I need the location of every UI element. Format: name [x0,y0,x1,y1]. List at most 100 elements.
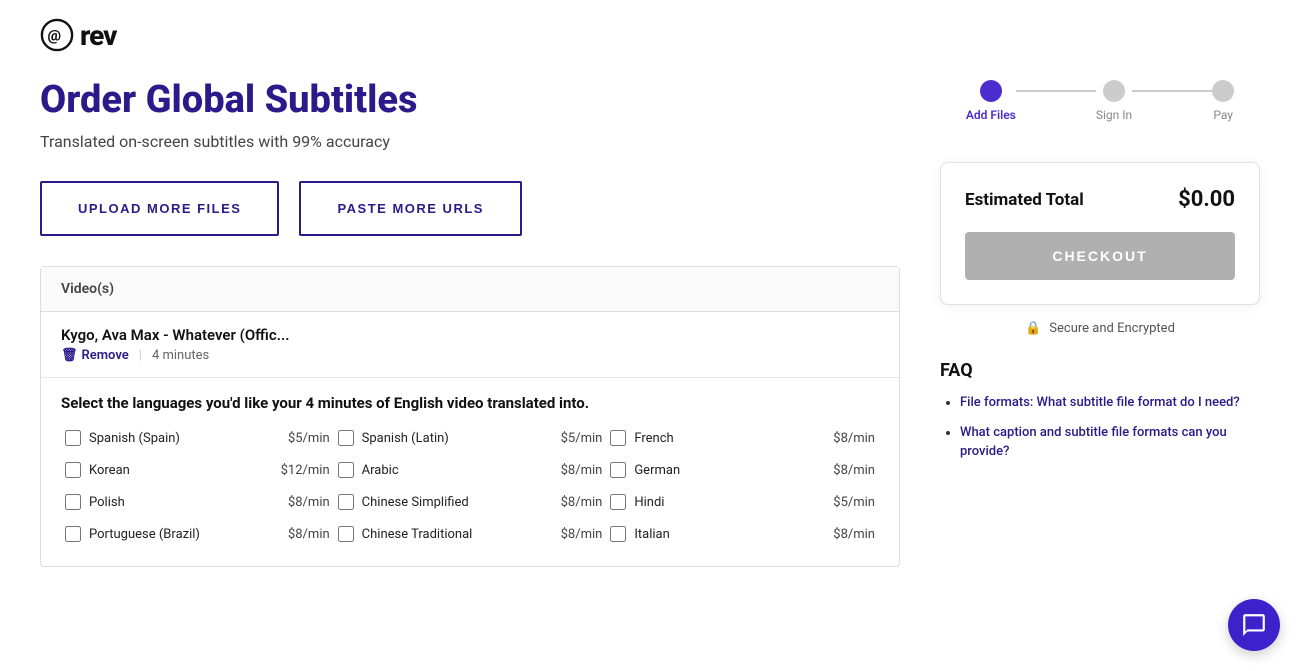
language-checkbox[interactable] [338,430,354,446]
chat-icon [1241,612,1267,638]
trash-icon: 🗑 [61,348,78,363]
step-label: Add Files [966,108,1016,122]
language-name: Polish [89,495,280,510]
progress-steps: Add Files Sign In Pay [940,70,1260,122]
language-checkbox[interactable] [338,462,354,478]
language-checkbox[interactable] [610,494,626,510]
step-pay: Pay [1212,80,1234,122]
language-name: Portuguese (Brazil) [89,527,280,542]
upload-more-button[interactable]: UPLOAD MORE FILES [40,181,279,236]
language-price: $8/min [561,495,603,510]
language-item: Arabic$8/min [334,454,607,486]
language-grid: Spanish (Spain)$5/minSpanish (Latin)$5/m… [41,422,899,566]
secure-badge: 🔒 Secure and Encrypted [940,321,1260,336]
faq-link[interactable]: File formats: What subtitle file format … [960,395,1240,410]
step-connector [1016,90,1096,92]
table-header: Video(s) [41,267,899,312]
chat-bubble-button[interactable] [1228,599,1280,651]
faq-item[interactable]: File formats: What subtitle file format … [960,393,1260,413]
video-duration: 4 minutes [152,348,209,363]
faq-item[interactable]: What caption and subtitle file formats c… [960,423,1260,462]
language-name: Chinese Simplified [362,495,553,510]
language-name: German [634,463,825,478]
language-name: Chinese Traditional [362,527,553,542]
estimated-total-amount: $0.00 [1178,187,1235,212]
language-price: $5/min [833,495,875,510]
step-sign-in: Sign In [1096,80,1132,122]
paste-urls-button[interactable]: PASTE MORE URLS [299,181,522,236]
page-title: Order Global Subtitles [40,78,900,122]
language-checkbox[interactable] [610,526,626,542]
pipe-divider: | [139,348,142,363]
left-column: Order Global Subtitles Translated on-scr… [40,70,900,567]
step-circle [1103,80,1125,102]
language-item: Portuguese (Brazil) $8/min [61,518,334,550]
video-meta: 🗑 Remove | 4 minutes [61,348,879,363]
language-item: Chinese Simplified $8/min [334,486,607,518]
language-price: $8/min [833,463,875,478]
checkout-button[interactable]: CHECKOUT [965,232,1235,280]
language-item: Spanish (Spain) $5/min [61,422,334,454]
language-name: Hindi [634,495,825,510]
step-circle [1212,80,1234,102]
language-name: Arabic [362,463,553,478]
action-buttons: UPLOAD MORE FILES PASTE MORE URLS [40,181,900,236]
language-price: $8/min [561,527,603,542]
remove-link[interactable]: 🗑 Remove [61,348,129,363]
language-price: $8/min [288,527,330,542]
lock-icon: 🔒 [1025,321,1041,336]
language-checkbox[interactable] [610,462,626,478]
language-name: Korean [89,463,273,478]
videos-table: Video(s) Kygo, Ava Max - Whatever (Offic… [40,266,900,567]
remove-label: Remove [82,348,129,363]
language-checkbox[interactable] [65,430,81,446]
language-checkbox[interactable] [338,526,354,542]
right-column: Add Files Sign In Pay Estimated Total $0.0… [940,70,1260,567]
faq-list: File formats: What subtitle file format … [940,393,1260,462]
step-connector [1132,90,1212,92]
logo: @ rev [40,18,117,52]
language-price: $5/min [288,431,330,446]
step-add-files: Add Files [966,80,1016,122]
language-item: Chinese Traditional $8/min [334,518,607,550]
faq-section: FAQ File formats: What subtitle file for… [940,360,1260,462]
language-checkbox[interactable] [338,494,354,510]
main-layout: Order Global Subtitles Translated on-scr… [0,70,1300,567]
summary-card: Estimated Total $0.00 CHECKOUT [940,162,1260,305]
video-row: Kygo, Ava Max - Whatever (Offic... 🗑 Rem… [41,312,899,378]
rev-logo-icon: @ [40,18,74,52]
language-item: Polish $8/min [61,486,334,518]
header: @ rev [0,0,1300,70]
step-circle [980,80,1002,102]
secure-label: Secure and Encrypted [1049,321,1175,336]
language-item: German $8/min [606,454,879,486]
language-name: Spanish (Spain) [89,431,280,446]
step-label: Sign In [1096,108,1132,122]
faq-link[interactable]: What caption and subtitle file formats c… [960,425,1227,460]
language-price: $8/min [833,431,875,446]
logo-text: rev [80,19,117,52]
language-price: $12/min [281,463,330,478]
language-checkbox[interactable] [610,430,626,446]
language-prompt: Select the languages you'd like your 4 m… [41,378,899,422]
language-item: Spanish (Latin)$5/min [334,422,607,454]
language-price: $8/min [833,527,875,542]
language-checkbox[interactable] [65,462,81,478]
language-item: French $8/min [606,422,879,454]
language-price: $5/min [561,431,603,446]
summary-total-row: Estimated Total $0.00 [965,187,1235,212]
language-name: French [634,431,825,446]
language-price: $8/min [288,495,330,510]
step-label: Pay [1213,108,1233,122]
page-subtitle: Translated on-screen subtitles with 99% … [40,132,900,151]
language-item: Italian $8/min [606,518,879,550]
faq-title: FAQ [940,360,1260,381]
language-checkbox[interactable] [65,526,81,542]
estimated-total-label: Estimated Total [965,190,1084,210]
language-checkbox[interactable] [65,494,81,510]
language-name: Italian [634,527,825,542]
language-item: Hindi $5/min [606,486,879,518]
video-name: Kygo, Ava Max - Whatever (Offic... [61,326,879,344]
svg-text:@: @ [48,27,62,45]
language-item: Korean $12/min [61,454,334,486]
